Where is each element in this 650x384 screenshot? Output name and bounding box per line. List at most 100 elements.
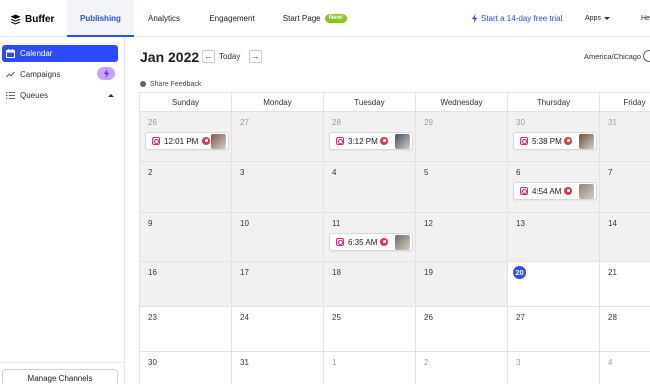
next-month-button[interactable]: → xyxy=(249,50,262,63)
day-number: 9 xyxy=(148,219,153,228)
calendar-day-cell[interactable]: 4 xyxy=(599,352,650,384)
sidebar-item-campaigns[interactable]: Campaigns xyxy=(2,66,118,83)
chevron-up-icon[interactable] xyxy=(108,94,114,97)
calendar-day-cell[interactable]: 1 xyxy=(323,352,415,384)
day-number: 28 xyxy=(608,313,617,322)
instagram-icon xyxy=(520,137,528,145)
calendar-day-cell[interactable]: 14 xyxy=(599,213,650,262)
calendar-day-cell[interactable]: 31 xyxy=(599,112,650,162)
calendar-day-cell[interactable]: 27 xyxy=(507,307,599,352)
day-header-monday: Monday xyxy=(231,92,323,112)
calendar-day-cell[interactable]: 24 xyxy=(231,307,323,352)
sidebar-divider xyxy=(0,362,125,363)
post-thumbnail xyxy=(579,134,594,149)
calendar-day-cell[interactable]: 2 xyxy=(415,352,507,384)
day-header-tuesday: Tuesday xyxy=(323,92,415,112)
calendar-day-cell[interactable]: 4 xyxy=(323,162,415,213)
calendar-day-cell[interactable]: 17 xyxy=(231,262,323,307)
calendar-day-cell[interactable]: 5 xyxy=(415,162,507,213)
prev-month-button[interactable]: ← xyxy=(202,50,215,63)
calendar-day-cell[interactable]: 30 xyxy=(139,352,231,384)
campaign-badge[interactable] xyxy=(97,67,115,80)
calendar-day-cell[interactable]: 26 xyxy=(415,307,507,352)
tab-publishing[interactable]: Publishing xyxy=(67,0,134,37)
calendar-day-cell[interactable]: 6 4:54 AM xyxy=(507,162,599,213)
day-number: 3 xyxy=(240,168,245,177)
reminder-icon xyxy=(564,187,572,195)
post-time: 6:35 AM xyxy=(348,238,378,247)
trend-icon xyxy=(6,71,15,78)
calendar-day-cell[interactable]: 30 5:38 PM xyxy=(507,112,599,162)
free-trial-label: Start a 14-day free trial xyxy=(481,14,563,23)
reminder-icon xyxy=(202,137,210,145)
new-badge: New! xyxy=(324,14,348,24)
calendar-day-cell[interactable]: 26 12:01 PM xyxy=(139,112,231,162)
sidebar-item-queues[interactable]: Queues xyxy=(2,87,118,104)
calendar-day-cell[interactable]: 31 xyxy=(231,352,323,384)
month-title: Jan 2022 xyxy=(140,49,200,65)
calendar-day-cell[interactable]: 20 xyxy=(507,262,599,307)
day-number: 12 xyxy=(424,219,433,228)
apps-menu[interactable]: Apps xyxy=(585,0,610,37)
sidebar-item-calendar[interactable]: Calendar xyxy=(2,45,118,62)
post-time: 5:38 PM xyxy=(532,137,562,146)
day-number: 2 xyxy=(148,168,153,177)
chevron-down-icon xyxy=(603,17,610,20)
list-icon xyxy=(6,91,15,100)
settings-icon[interactable] xyxy=(643,50,650,62)
tab-engagement[interactable]: Engagement xyxy=(200,0,264,37)
calendar-day-cell[interactable]: 19 xyxy=(415,262,507,307)
bolt-icon xyxy=(471,14,478,23)
calendar-day-cell[interactable]: 25 xyxy=(323,307,415,352)
calendar-day-cell[interactable]: 2 xyxy=(139,162,231,213)
tab-start-page[interactable]: Start Page New! xyxy=(278,0,352,37)
calendar-day-cell[interactable]: 13 xyxy=(507,213,599,262)
calendar-day-cell[interactable]: 27 xyxy=(231,112,323,162)
scheduled-post[interactable]: 12:01 PM xyxy=(145,132,229,150)
sidebar-item-label: Queues xyxy=(20,91,49,100)
scheduled-post[interactable]: 4:54 AM xyxy=(513,182,597,200)
calendar-day-cell[interactable]: 10 xyxy=(231,213,323,262)
post-thumbnail xyxy=(395,235,410,250)
tab-analytics[interactable]: Analytics xyxy=(140,0,188,37)
scheduled-post[interactable]: 6:35 AM xyxy=(329,233,413,251)
scheduled-post[interactable]: 3:12 PM xyxy=(329,132,413,150)
calendar-day-cell[interactable]: 3 xyxy=(231,162,323,213)
calendar-day-cell[interactable]: 12 xyxy=(415,213,507,262)
free-trial-link[interactable]: Start a 14-day free trial xyxy=(471,0,562,37)
help-menu[interactable]: He xyxy=(641,0,650,37)
calendar-icon xyxy=(6,49,15,58)
calendar-day-cell[interactable]: 3 xyxy=(507,352,599,384)
post-thumbnail xyxy=(395,134,410,149)
day-number: 14 xyxy=(608,219,617,228)
calendar-day-cell[interactable]: 18 xyxy=(323,262,415,307)
day-header-thursday: Thursday xyxy=(507,92,599,112)
day-number: 30 xyxy=(516,118,525,127)
scheduled-post[interactable]: 5:38 PM xyxy=(513,132,597,150)
calendar-day-cell[interactable]: 23 xyxy=(139,307,231,352)
arrow-left-icon: ← xyxy=(204,52,213,61)
day-number: 1 xyxy=(332,358,337,367)
timezone-selector[interactable]: America/Chicago xyxy=(584,52,641,61)
calendar-day-cell[interactable]: 28 xyxy=(599,307,650,352)
calendar-day-cell[interactable]: 29 xyxy=(415,112,507,162)
buffer-logo[interactable]: Buffer xyxy=(10,11,54,27)
sidebar: Calendar Campaigns Queues Manage Channel… xyxy=(0,37,125,384)
tab-start-page-label: Start Page xyxy=(282,14,321,23)
calendar-day-cell[interactable]: 9 xyxy=(139,213,231,262)
calendar-day-cell[interactable]: 28 3:12 PM xyxy=(323,112,415,162)
calendar-day-cell[interactable]: 7 xyxy=(599,162,650,213)
day-number: 16 xyxy=(148,268,157,277)
day-number: 30 xyxy=(148,358,157,367)
today-button[interactable]: Today xyxy=(219,50,240,63)
calendar-day-cell[interactable]: 11 6:35 AM xyxy=(323,213,415,262)
manage-channels-button[interactable]: Manage Channels xyxy=(2,369,118,384)
calendar-day-cell[interactable]: 21 xyxy=(599,262,650,307)
share-feedback-link[interactable]: Share Feedback xyxy=(140,79,201,89)
day-number: 26 xyxy=(424,313,433,322)
calendar-day-cell[interactable]: 16 xyxy=(139,262,231,307)
day-number: 26 xyxy=(148,118,157,127)
day-number: 25 xyxy=(332,313,341,322)
day-number: 31 xyxy=(240,358,249,367)
day-number: 7 xyxy=(608,168,613,177)
